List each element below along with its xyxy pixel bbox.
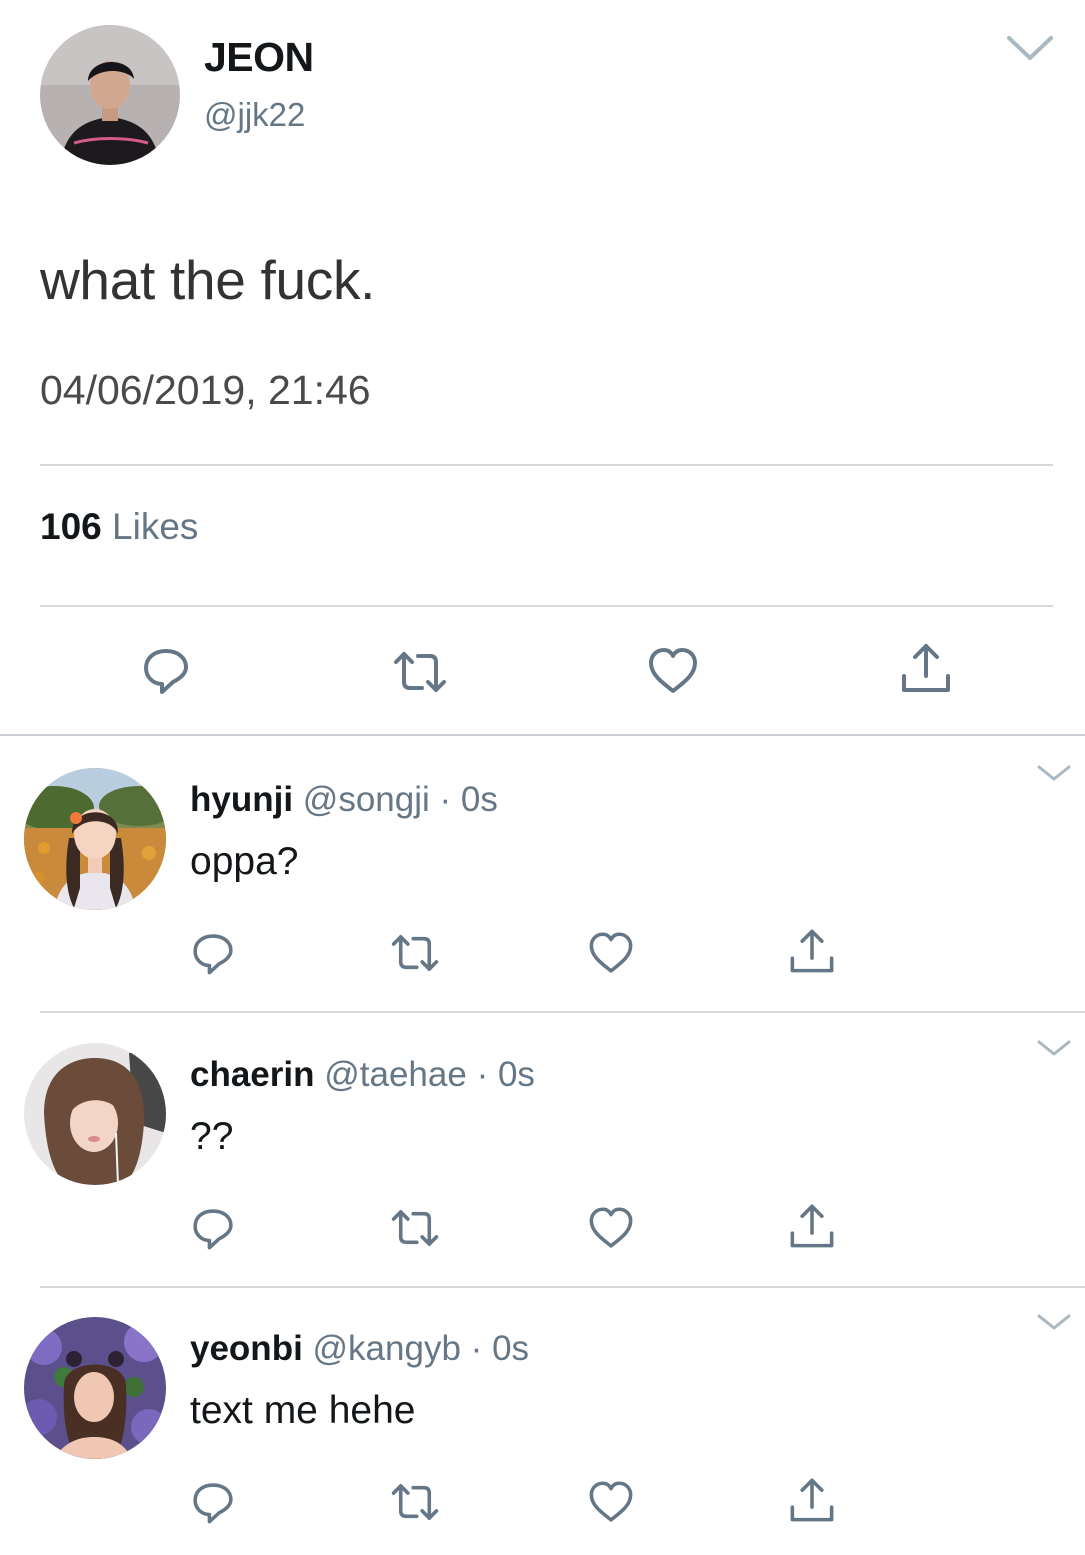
author-handle[interactable]: @jjk22: [204, 96, 305, 134]
retweet-icon[interactable]: [390, 1477, 440, 1527]
chevron-down-icon[interactable]: [1034, 762, 1074, 784]
author-avatar[interactable]: [40, 25, 180, 165]
reply-tweet[interactable]: chaerin @taehae · 0s ??: [0, 1011, 1085, 1281]
like-icon[interactable]: [586, 928, 636, 978]
reply-author-name[interactable]: hyunji: [190, 780, 293, 819]
reply-tweet[interactable]: yeonbi @kangyb · 0s text me hehe: [0, 1285, 1085, 1555]
separator-dot: ·: [470, 1329, 483, 1368]
reply-text: text me hehe: [190, 1389, 416, 1432]
author-name[interactable]: JEON: [204, 34, 314, 81]
share-icon[interactable]: [787, 1475, 837, 1525]
reply-time: 0s: [492, 1329, 530, 1368]
reply-icon[interactable]: [188, 928, 238, 978]
reply-author-name[interactable]: chaerin: [190, 1055, 315, 1094]
reply-author-handle[interactable]: @kangyb: [313, 1329, 461, 1368]
reply-tweet[interactable]: hyunji @songji · 0s oppa?: [0, 736, 1085, 1006]
share-icon[interactable]: [787, 926, 837, 976]
separator-dot: ·: [439, 780, 452, 819]
share-icon[interactable]: [898, 640, 954, 696]
share-icon[interactable]: [787, 1201, 837, 1251]
avatar[interactable]: [24, 1317, 166, 1459]
likes-number: 106: [40, 506, 102, 547]
reply-author-handle[interactable]: @songji: [303, 780, 430, 819]
divider: [40, 605, 1053, 607]
reply-text: ??: [190, 1115, 234, 1158]
reply-time: 0s: [460, 780, 498, 819]
tweet-text: what the fuck.: [40, 249, 376, 311]
retweet-icon[interactable]: [390, 1203, 440, 1253]
chevron-down-icon[interactable]: [1034, 1037, 1074, 1059]
reply-icon[interactable]: [188, 1477, 238, 1527]
reply-header: hyunji @songji · 0s: [190, 780, 498, 820]
tweet-timestamp: 04/06/2019, 21:46: [40, 367, 371, 413]
likes-label: Likes: [112, 506, 199, 547]
like-icon[interactable]: [586, 1203, 636, 1253]
retweet-icon[interactable]: [390, 928, 440, 978]
retweet-icon[interactable]: [392, 644, 448, 700]
avatar[interactable]: [24, 1043, 166, 1185]
avatar[interactable]: [24, 768, 166, 910]
reply-header: yeonbi @kangyb · 0s: [190, 1329, 529, 1369]
separator-dot: ·: [476, 1055, 489, 1094]
like-icon[interactable]: [586, 1477, 636, 1527]
reply-time: 0s: [497, 1055, 535, 1094]
reply-icon[interactable]: [138, 642, 194, 698]
divider: [40, 464, 1053, 466]
reply-text: oppa?: [190, 840, 299, 883]
chevron-down-icon[interactable]: [1004, 30, 1056, 66]
likes-count[interactable]: 106 Likes: [40, 506, 198, 548]
reply-header: chaerin @taehae · 0s: [190, 1055, 535, 1095]
chevron-down-icon[interactable]: [1034, 1311, 1074, 1333]
like-icon[interactable]: [645, 643, 701, 699]
reply-author-name[interactable]: yeonbi: [190, 1329, 303, 1368]
reply-author-handle[interactable]: @taehae: [324, 1055, 467, 1094]
reply-icon[interactable]: [188, 1203, 238, 1253]
